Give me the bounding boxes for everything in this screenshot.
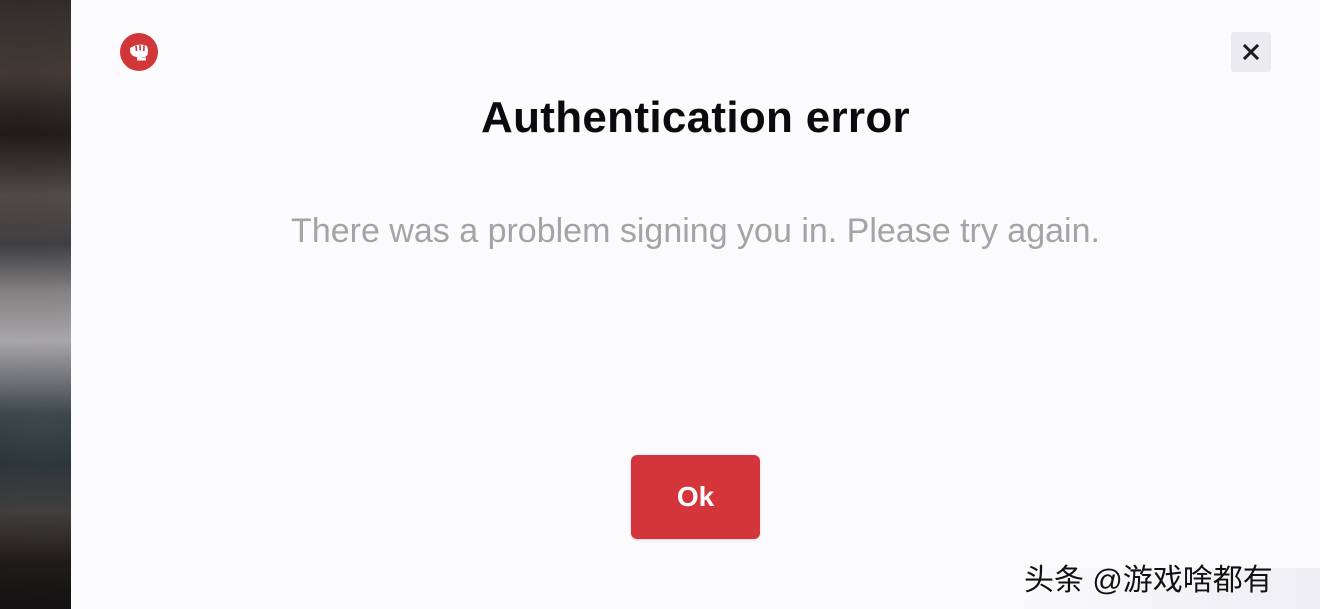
- riot-fist-logo-icon: [120, 33, 158, 71]
- dialog-message: There was a problem signing you in. Plea…: [291, 212, 1100, 250]
- auth-error-dialog: Authentication error There was a problem…: [71, 0, 1320, 609]
- app-root: Authentication error There was a problem…: [0, 0, 1320, 609]
- watermark-text: 头条 @游戏啥都有: [1024, 564, 1273, 597]
- close-button[interactable]: [1231, 32, 1271, 72]
- ok-button[interactable]: Ok: [631, 455, 760, 539]
- dialog-title: Authentication error: [481, 93, 910, 142]
- close-icon: [1243, 44, 1259, 60]
- background-art-strip: [0, 0, 71, 609]
